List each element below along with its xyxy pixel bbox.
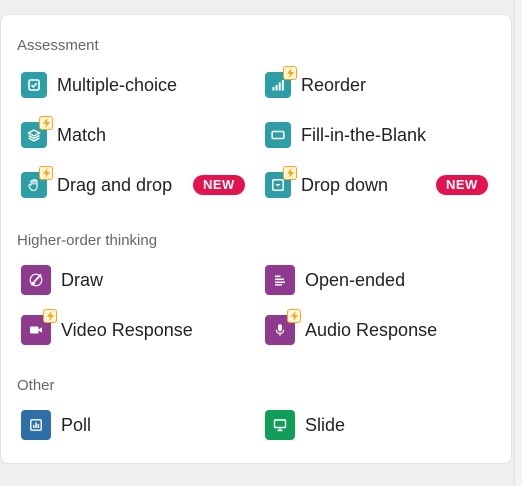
menu-item-label: Reorder bbox=[301, 74, 367, 95]
section-title-other: Other bbox=[17, 377, 55, 394]
menu-item-label: Drag and drop bbox=[57, 174, 173, 195]
menu-item-slide[interactable]: Slide bbox=[265, 409, 345, 441]
menu-item-label: Slide bbox=[305, 414, 346, 435]
menu-item-label: Poll bbox=[61, 414, 92, 435]
new-badge: NEW bbox=[436, 175, 488, 195]
menu-item-label: Match bbox=[57, 124, 107, 145]
presentation-icon bbox=[265, 410, 295, 440]
menu-item-label: Multiple-choice bbox=[57, 74, 178, 95]
menu-item-poll[interactable]: Poll bbox=[21, 409, 91, 441]
brush-icon bbox=[21, 265, 51, 295]
menu-item-label: Audio Response bbox=[305, 319, 438, 340]
menu-item-video-response[interactable]: Video Response bbox=[21, 309, 193, 346]
dropdown-icon bbox=[265, 166, 297, 198]
text-lines-icon bbox=[265, 265, 295, 295]
new-badge: NEW bbox=[193, 175, 245, 195]
layers-icon bbox=[21, 116, 53, 148]
menu-item-label: Open-ended bbox=[305, 269, 406, 290]
menu-item-label: Fill-in-the-Blank bbox=[301, 124, 427, 145]
menu-item-open-ended[interactable]: Open-ended bbox=[265, 264, 405, 296]
menu-item-multiple-choice[interactable]: Multiple-choice bbox=[21, 69, 177, 101]
microphone-icon bbox=[265, 309, 301, 345]
menu-item-reorder[interactable]: Reorder bbox=[265, 66, 367, 101]
hand-icon bbox=[21, 166, 53, 198]
menu-item-draw[interactable]: Draw bbox=[21, 264, 103, 296]
menu-item-audio-response[interactable]: Audio Response bbox=[265, 309, 438, 346]
section-title-higher-order-thinking: Higher-order thinking bbox=[17, 232, 158, 249]
menu-item-label: Draw bbox=[61, 269, 104, 290]
video-camera-icon bbox=[21, 309, 57, 345]
bolt-icon bbox=[283, 66, 297, 80]
poll-icon bbox=[21, 410, 51, 440]
bolt-icon bbox=[39, 166, 53, 180]
bolt-icon bbox=[39, 116, 53, 130]
bar-chart-icon bbox=[265, 66, 297, 98]
menu-item-drag-and-drop[interactable]: Drag and drop bbox=[21, 166, 173, 201]
bolt-icon bbox=[287, 309, 301, 323]
menu-item-match[interactable]: Match bbox=[21, 116, 107, 151]
menu-item-drop-down[interactable]: Drop down bbox=[265, 166, 389, 201]
menu-item-label: Video Response bbox=[61, 319, 193, 340]
bolt-icon bbox=[43, 309, 57, 323]
blank-box-icon bbox=[265, 122, 291, 148]
question-type-menu: Assessment Multiple-choice Reorder Match… bbox=[0, 14, 512, 464]
checkbox-icon bbox=[21, 72, 47, 98]
menu-item-fill-in-the-blank[interactable]: Fill-in-the-Blank bbox=[265, 119, 426, 151]
menu-item-label: Drop down bbox=[301, 174, 389, 195]
scrollbar-track[interactable] bbox=[514, 0, 522, 486]
section-title-assessment: Assessment bbox=[17, 37, 99, 54]
bolt-icon bbox=[283, 166, 297, 180]
